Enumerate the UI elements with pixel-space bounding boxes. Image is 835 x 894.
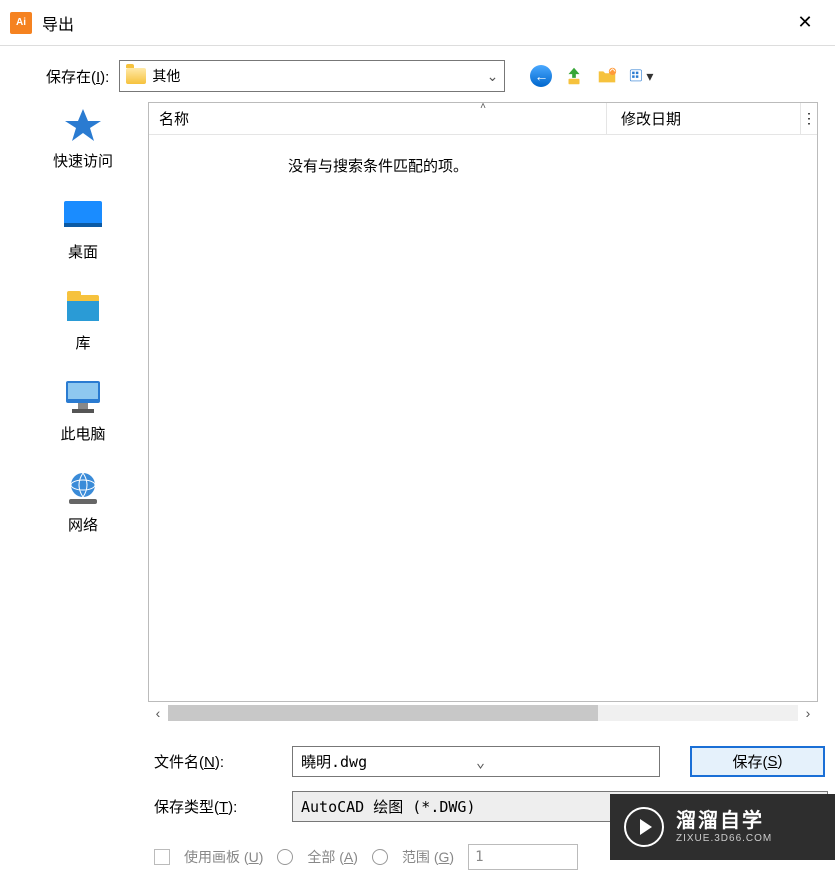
window-title: 导出	[42, 11, 74, 35]
place-libraries[interactable]: 库	[18, 288, 148, 353]
app-icon: Ai	[10, 12, 32, 34]
watermark: 溜溜自学 ZIXUE.3D66.COM	[610, 794, 835, 860]
sort-caret-icon: ˄	[480, 101, 486, 112]
titlebar: Ai 导出 ✕	[0, 0, 835, 46]
scroll-left-button[interactable]: ‹	[148, 705, 168, 721]
save-button[interactable]: 保存(S)	[690, 746, 825, 777]
column-date[interactable]: 修改日期	[607, 103, 801, 134]
views-button[interactable]: ▾	[629, 64, 653, 88]
this-pc-icon	[62, 379, 104, 417]
file-name-label: 文件名(N):	[154, 751, 280, 772]
place-label: 桌面	[68, 241, 98, 262]
range-input[interactable]	[468, 844, 578, 870]
main-area: 快速访问 桌面 库 此电脑 网络	[0, 102, 835, 724]
file-type-label: 保存类型(T):	[154, 796, 280, 817]
views-icon	[629, 65, 644, 87]
file-name-value: 曉明.dwg	[301, 751, 476, 772]
new-folder-button[interactable]	[595, 64, 619, 88]
all-radio[interactable]	[277, 849, 293, 865]
watermark-url: ZIXUE.3D66.COM	[676, 833, 772, 845]
watermark-title: 溜溜自学	[676, 809, 772, 833]
place-desktop[interactable]: 桌面	[18, 197, 148, 262]
file-name-input[interactable]: 曉明.dwg ⌄	[292, 746, 660, 777]
quick-access-icon	[62, 106, 104, 144]
place-quick-access[interactable]: 快速访问	[18, 106, 148, 171]
horizontal-scrollbar[interactable]: ‹ ›	[148, 702, 818, 724]
back-button[interactable]: ←	[529, 64, 553, 88]
up-one-level-button[interactable]	[563, 65, 585, 87]
nav-toolbar: ← ▾	[529, 64, 653, 88]
place-label: 快速访问	[53, 150, 113, 171]
places-bar: 快速访问 桌面 库 此电脑 网络	[18, 102, 148, 724]
chevron-down-icon: ⌄	[487, 68, 499, 85]
empty-message: 没有与搜索条件匹配的项。	[149, 155, 607, 176]
location-value: 其他	[152, 66, 480, 86]
folder-icon	[126, 68, 146, 84]
file-list: 名称 ˄ 修改日期 ⋮ 没有与搜索条件匹配的项。	[148, 102, 818, 702]
scroll-thumb[interactable]	[168, 705, 598, 721]
place-label: 网络	[68, 514, 98, 535]
save-in-label: 保存在(I):	[46, 66, 109, 87]
column-more[interactable]: ⋮	[801, 103, 817, 134]
use-artboard-label: 使用画板 (U)	[184, 847, 263, 867]
place-network[interactable]: 网络	[18, 470, 148, 535]
column-name[interactable]: 名称 ˄	[149, 103, 607, 134]
location-row: 保存在(I): 其他 ⌄ ←	[0, 46, 835, 102]
file-name-row: 文件名(N): 曉明.dwg ⌄ 保存(S)	[154, 746, 835, 777]
list-header: 名称 ˄ 修改日期 ⋮	[149, 103, 817, 135]
file-type-value: AutoCAD 绘图 (*.DWG)	[301, 796, 476, 817]
chevron-down-icon: ▾	[646, 68, 653, 85]
close-button[interactable]: ✕	[785, 8, 825, 38]
location-combo[interactable]: 其他 ⌄	[119, 60, 505, 92]
libraries-icon	[62, 288, 104, 326]
place-label: 此电脑	[60, 423, 105, 444]
desktop-icon	[62, 197, 104, 235]
range-radio[interactable]	[372, 849, 388, 865]
use-artboard-checkbox[interactable]	[154, 849, 170, 865]
place-label: 库	[75, 332, 90, 353]
all-label: 全部 (A)	[307, 847, 358, 867]
up-arrow-icon	[563, 65, 585, 87]
list-body: 没有与搜索条件匹配的项。	[149, 135, 817, 701]
scroll-track[interactable]	[168, 705, 798, 721]
play-icon	[624, 807, 664, 847]
network-icon	[62, 470, 104, 508]
scroll-right-button[interactable]: ›	[798, 705, 818, 721]
back-icon: ←	[530, 65, 552, 87]
chevron-down-icon: ⌄	[476, 753, 651, 771]
range-label: 范围 (G)	[402, 847, 454, 867]
new-folder-icon	[596, 65, 618, 87]
place-this-pc[interactable]: 此电脑	[18, 379, 148, 444]
